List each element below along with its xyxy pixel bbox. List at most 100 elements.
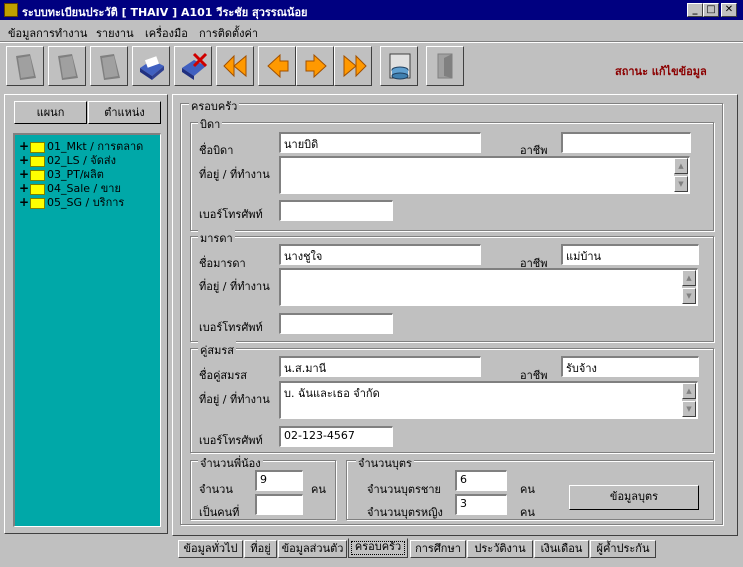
- children-info-button[interactable]: ข้อมูลบุตร: [569, 485, 699, 510]
- scroll-up-icon[interactable]: ▲: [682, 270, 696, 286]
- disabled-document-icon: [16, 54, 36, 80]
- children-group-title: จำนวนบุตร: [356, 454, 414, 472]
- sons-unit: คน: [520, 483, 535, 496]
- delete-button[interactable]: [174, 46, 212, 86]
- department-tree: +01_Mkt / การตลาด +02_LS / จัดส่ง +03_PT…: [13, 133, 161, 527]
- tab-education[interactable]: การศึกษา: [410, 540, 466, 558]
- siblings-count-label: จำนวน: [199, 483, 233, 496]
- tree-item[interactable]: +02_LS / จัดส่ง: [19, 151, 116, 167]
- title-bar: ระบบทะเบียนประวัติ [ THAIV ] A101 วีระชั…: [0, 0, 743, 20]
- last-record-button[interactable]: [334, 46, 372, 86]
- tab-general[interactable]: ข้อมูลทั่วไป: [178, 540, 243, 558]
- save-disk-icon: [140, 56, 164, 80]
- daughters-unit: คน: [520, 506, 535, 519]
- window-title: ระบบทะเบียนประวัติ [ THAIV ] A101 วีระชั…: [22, 6, 308, 19]
- family-group-title: ครอบครัว: [189, 97, 240, 115]
- double-arrow-right-icon: [343, 54, 367, 78]
- scroll-up-icon[interactable]: ▲: [682, 383, 696, 399]
- first-record-button[interactable]: [216, 46, 254, 86]
- double-arrow-left-icon: [223, 54, 247, 78]
- siblings-count-field[interactable]: 9: [255, 470, 303, 491]
- sibling-order-field[interactable]: [255, 494, 303, 515]
- father-address-field[interactable]: [279, 156, 690, 194]
- sons-label: จำนวนบุตรชาย: [367, 483, 441, 496]
- position-button[interactable]: ตำแหน่ง: [88, 101, 161, 124]
- database-icon: [389, 53, 411, 80]
- copy-record-button[interactable]: [90, 46, 128, 86]
- siblings-count-unit: คน: [311, 483, 326, 496]
- disabled-door-icon: [437, 53, 453, 79]
- disabled-document-icon: [100, 54, 120, 80]
- father-name-label: ชื่อบิดา: [199, 144, 234, 157]
- edit-record-button[interactable]: [48, 46, 86, 86]
- tree-item[interactable]: +01_Mkt / การตลาด: [19, 137, 143, 153]
- app-icon: [4, 3, 18, 17]
- daughters-label: จำนวนบุตรหญิง: [367, 506, 443, 519]
- mother-phone-label: เบอร์โทรศัพท์: [199, 321, 263, 334]
- spouse-address-scrollbar[interactable]: ▲ ▼: [682, 383, 696, 417]
- previous-record-button[interactable]: [258, 46, 296, 86]
- tree-item[interactable]: +05_SG / บริการ: [19, 193, 125, 209]
- folder-icon: [30, 197, 45, 209]
- tree-item[interactable]: +03_PT/ผลิต: [19, 165, 104, 181]
- father-address-label: ที่อยู่ / ที่ทำงาน: [199, 168, 270, 181]
- new-record-button[interactable]: [6, 46, 44, 86]
- father-job-field[interactable]: [561, 132, 691, 153]
- database-button[interactable]: [380, 46, 418, 86]
- tree-item-label: 05_SG / บริการ: [47, 196, 125, 209]
- arrow-left-icon: [267, 53, 289, 79]
- maximize-button[interactable]: □: [703, 3, 719, 17]
- spouse-name-field[interactable]: น.ส.มานี: [279, 356, 481, 377]
- mother-name-label: ชื่อมารดา: [199, 257, 246, 270]
- menu-report[interactable]: รายงาน: [96, 24, 134, 42]
- close-button[interactable]: ✕: [721, 3, 737, 17]
- mother-address-field[interactable]: [279, 268, 698, 306]
- scroll-down-icon[interactable]: ▼: [682, 288, 696, 304]
- mother-phone-field[interactable]: [279, 313, 393, 334]
- father-name-field[interactable]: นายบิดิ: [279, 132, 481, 153]
- tab-address[interactable]: ที่อยู่: [244, 540, 277, 558]
- minimize-button[interactable]: _: [687, 3, 703, 17]
- spouse-phone-field[interactable]: 02-123-4567: [279, 426, 393, 447]
- menu-work-data[interactable]: ข้อมูลการทำงาน: [8, 24, 87, 42]
- mother-address-label: ที่อยู่ / ที่ทำงาน: [199, 280, 270, 293]
- tab-family[interactable]: ครอบครัว: [348, 538, 408, 558]
- exit-button[interactable]: [426, 46, 464, 86]
- father-group-title: บิดา: [198, 115, 223, 133]
- mother-name-field[interactable]: นางชูใจ: [279, 244, 481, 265]
- mother-job-field[interactable]: แม่บ้าน: [561, 244, 699, 265]
- save-button[interactable]: [132, 46, 170, 86]
- spouse-job-field[interactable]: รับจ้าง: [561, 356, 699, 377]
- spouse-name-label: ชื่อคู่สมรส: [199, 369, 248, 382]
- status-text: สถานะ แก้ไขข้อมูล: [615, 65, 707, 78]
- spouse-phone-label: เบอร์โทรศัพท์: [199, 434, 263, 447]
- tab-work-history[interactable]: ประวัติงาน: [467, 540, 533, 558]
- disabled-document-icon: [58, 54, 78, 80]
- next-record-button[interactable]: [296, 46, 334, 86]
- arrow-right-icon: [305, 53, 327, 79]
- scroll-down-icon[interactable]: ▼: [682, 401, 696, 417]
- siblings-group-title: จำนวนพี่น้อง: [198, 454, 263, 472]
- father-address-scrollbar[interactable]: ▲ ▼: [674, 158, 688, 192]
- scroll-up-icon[interactable]: ▲: [674, 158, 688, 174]
- department-button[interactable]: แผนก: [14, 101, 87, 124]
- delete-disk-icon: [182, 52, 208, 80]
- menu-tools[interactable]: เครื่องมือ: [145, 24, 188, 42]
- sons-field[interactable]: 6: [455, 470, 507, 491]
- tree-item[interactable]: +04_Sale / ขาย: [19, 179, 121, 195]
- sibling-order-label: เป็นคนที่: [199, 506, 240, 519]
- mother-address-scrollbar[interactable]: ▲ ▼: [682, 270, 696, 304]
- tab-personal[interactable]: ข้อมูลส่วนตัว: [278, 540, 347, 558]
- father-phone-label: เบอร์โทรศัพท์: [199, 208, 263, 221]
- spouse-group-title: คู่สมรส: [198, 341, 236, 359]
- tab-guarantor[interactable]: ผู้ค้ำประกัน: [590, 540, 656, 558]
- scroll-down-icon[interactable]: ▼: [674, 176, 688, 192]
- spouse-address-label: ที่อยู่ / ที่ทำงาน: [199, 393, 270, 406]
- daughters-field[interactable]: 3: [455, 494, 507, 515]
- spouse-address-field[interactable]: บ. ฉันและเธอ จำกัด: [279, 381, 698, 419]
- menu-bar: ข้อมูลการทำงาน รายงาน เครื่องมือ การติดต…: [0, 20, 743, 40]
- menu-settings[interactable]: การติดตั้งค่า: [199, 24, 258, 42]
- father-phone-field[interactable]: [279, 200, 393, 221]
- tab-salary[interactable]: เงินเดือน: [534, 540, 589, 558]
- expand-icon[interactable]: +: [19, 195, 29, 209]
